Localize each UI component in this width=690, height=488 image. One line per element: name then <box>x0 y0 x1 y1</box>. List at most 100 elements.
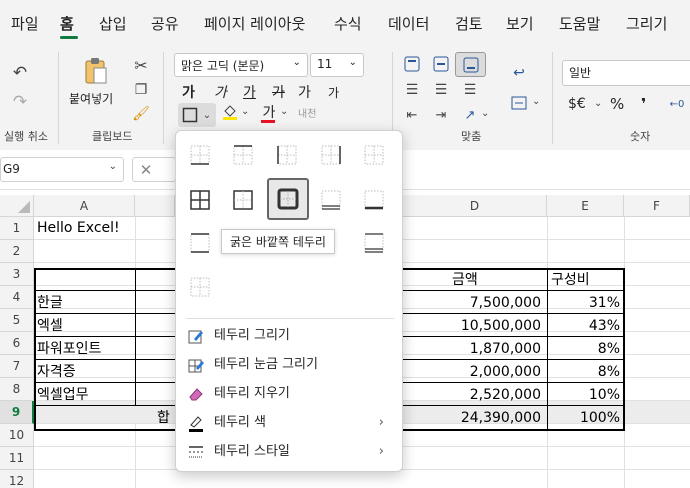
increase-font-button[interactable]: 가 <box>298 82 311 102</box>
thick-bottom-border-icon[interactable] <box>363 189 385 211</box>
paste-button-label[interactable]: 붙여넣기 <box>69 90 113 107</box>
align-left-icon[interactable]: ☰ <box>403 81 421 99</box>
row-header[interactable]: 12 <box>0 470 34 488</box>
column-header-a[interactable]: A <box>34 195 135 217</box>
border-button[interactable]: ⌄ <box>178 103 216 127</box>
tab-review[interactable]: 검토 <box>455 13 483 34</box>
row-header[interactable]: 10 <box>0 424 34 447</box>
row-header[interactable]: 4 <box>0 286 34 309</box>
right-border-icon[interactable] <box>320 144 342 166</box>
font-name-select[interactable]: 맑은 고딕 (본문) ⌄ <box>174 53 308 77</box>
tab-insert[interactable]: 삽입 <box>99 13 127 34</box>
tab-home[interactable]: 홈 <box>60 13 74 34</box>
cell-total-label[interactable]: 합 <box>157 407 170 430</box>
cell-a4[interactable]: 한글 <box>37 292 63 315</box>
no-border-icon[interactable] <box>363 144 385 166</box>
chevron-down-icon[interactable]: ⌄ <box>280 106 288 117</box>
chevron-down-icon[interactable]: ⌄ <box>594 98 602 109</box>
row-header[interactable]: 5 <box>0 309 34 332</box>
row-header[interactable]: 8 <box>0 378 34 401</box>
name-box[interactable]: G9 ⌄ <box>0 157 124 182</box>
align-center-icon[interactable]: ☰ <box>432 81 450 99</box>
border-style-item[interactable]: 테두리 스타일 › <box>188 439 392 465</box>
draw-border-grid-item[interactable]: 테두리 눈금 그리기 <box>188 352 392 378</box>
percent-style-button[interactable]: % <box>610 95 624 113</box>
row-header[interactable]: 3 <box>0 263 34 286</box>
cell-e7[interactable]: 8% <box>547 361 620 384</box>
bottom-border-icon[interactable] <box>189 144 211 166</box>
erase-border-item[interactable]: 테두리 지우기 <box>188 381 392 407</box>
top-bottom-border-icon[interactable] <box>189 232 211 254</box>
row-header[interactable]: 1 <box>0 217 34 240</box>
cell-a1[interactable]: Hello Excel! <box>37 217 120 240</box>
cancel-entry-button[interactable]: ✕ <box>132 157 176 182</box>
strikethrough-button[interactable]: 가 <box>272 82 285 102</box>
top-thick-bottom-border-icon[interactable] <box>189 276 211 298</box>
cut-icon[interactable]: ✂ <box>131 55 151 75</box>
tab-formulas[interactable]: 수식 <box>334 13 362 34</box>
cell-d5[interactable]: 10,500,000 <box>403 315 541 338</box>
font-size-select[interactable]: 11 ⌄ <box>310 53 364 77</box>
number-format-select[interactable]: 일반 <box>562 60 690 86</box>
cell-e4[interactable]: 31% <box>547 292 620 315</box>
cell-d8[interactable]: 2,520,000 <box>403 384 541 407</box>
align-top-icon[interactable] <box>403 55 421 73</box>
tab-view[interactable]: 보기 <box>506 13 534 34</box>
top-double-bottom-border-icon[interactable] <box>363 232 385 254</box>
column-header-f[interactable]: F <box>624 195 690 217</box>
wrap-text-icon[interactable]: ↩ <box>510 64 528 82</box>
font-color-icon[interactable]: 가 <box>261 103 277 121</box>
cell-e8[interactable]: 10% <box>547 384 620 407</box>
undo-icon[interactable]: ↶ <box>10 63 30 83</box>
merge-center-icon[interactable] <box>510 94 528 112</box>
cell-a5[interactable]: 엑셀 <box>37 315 63 338</box>
comma-style-button[interactable]: ❜ <box>641 95 646 113</box>
cell-e3[interactable]: 구성비 <box>551 269 590 292</box>
decrease-font-button[interactable]: 가 <box>328 84 339 101</box>
paste-icon[interactable] <box>82 56 110 86</box>
all-borders-icon[interactable] <box>189 189 211 211</box>
row-header[interactable]: 6 <box>0 332 34 355</box>
row-header[interactable]: 2 <box>0 240 34 263</box>
tab-help[interactable]: 도움말 <box>559 13 600 34</box>
increase-decimal-icon[interactable]: ←0 <box>666 94 688 114</box>
row-header[interactable]: 11 <box>0 447 34 470</box>
column-header-d[interactable]: D <box>403 195 547 217</box>
tab-page-layout[interactable]: 페이지 레이아웃 <box>204 13 305 34</box>
fill-color-icon[interactable] <box>222 104 238 120</box>
accounting-format-button[interactable]: $€ <box>568 96 586 112</box>
cell-a8[interactable]: 엑셀업무 <box>37 384 89 407</box>
cell-e6[interactable]: 8% <box>547 338 620 361</box>
format-painter-icon[interactable]: 🖌 <box>131 104 151 124</box>
cell-e5[interactable]: 43% <box>547 315 620 338</box>
column-header-e[interactable]: E <box>547 195 624 217</box>
cell-d3[interactable]: 금액 <box>452 269 478 292</box>
row-header-selected[interactable]: 9 <box>0 401 34 424</box>
increase-indent-icon[interactable]: ⇥ <box>432 106 450 124</box>
tab-draw[interactable]: 그리기 <box>626 13 667 34</box>
column-header-b[interactable] <box>135 195 175 217</box>
draw-border-item[interactable]: 테두리 그리기 <box>188 323 392 349</box>
top-border-icon[interactable] <box>232 144 254 166</box>
align-right-icon[interactable]: ☰ <box>461 81 479 99</box>
cell-d6[interactable]: 1,870,000 <box>403 338 541 361</box>
underline-button[interactable]: 가 <box>243 82 256 102</box>
align-bottom-button[interactable] <box>455 52 486 77</box>
border-color-item[interactable]: 테두리 색 › <box>188 410 392 436</box>
tab-share[interactable]: 공유 <box>151 13 179 34</box>
chevron-down-icon[interactable]: ⌄ <box>241 106 249 117</box>
cell-e9[interactable]: 100% <box>547 407 620 430</box>
cell-a7[interactable]: 자격증 <box>37 361 76 384</box>
copy-icon[interactable]: ❐ <box>131 80 151 100</box>
tab-data[interactable]: 데이터 <box>388 13 429 34</box>
cell-d4[interactable]: 7,500,000 <box>403 292 541 315</box>
italic-button[interactable]: 가 <box>214 82 227 102</box>
tab-file[interactable]: 파일 <box>11 13 39 34</box>
row-header[interactable]: 7 <box>0 355 34 378</box>
redo-icon[interactable]: ↷ <box>10 92 30 112</box>
thick-outside-border-button[interactable] <box>267 178 309 220</box>
decrease-indent-icon[interactable]: ⇤ <box>403 106 421 124</box>
chevron-down-icon[interactable]: ⌄ <box>481 108 489 119</box>
outside-borders-icon[interactable] <box>232 189 254 211</box>
select-all-corner[interactable] <box>0 195 34 217</box>
